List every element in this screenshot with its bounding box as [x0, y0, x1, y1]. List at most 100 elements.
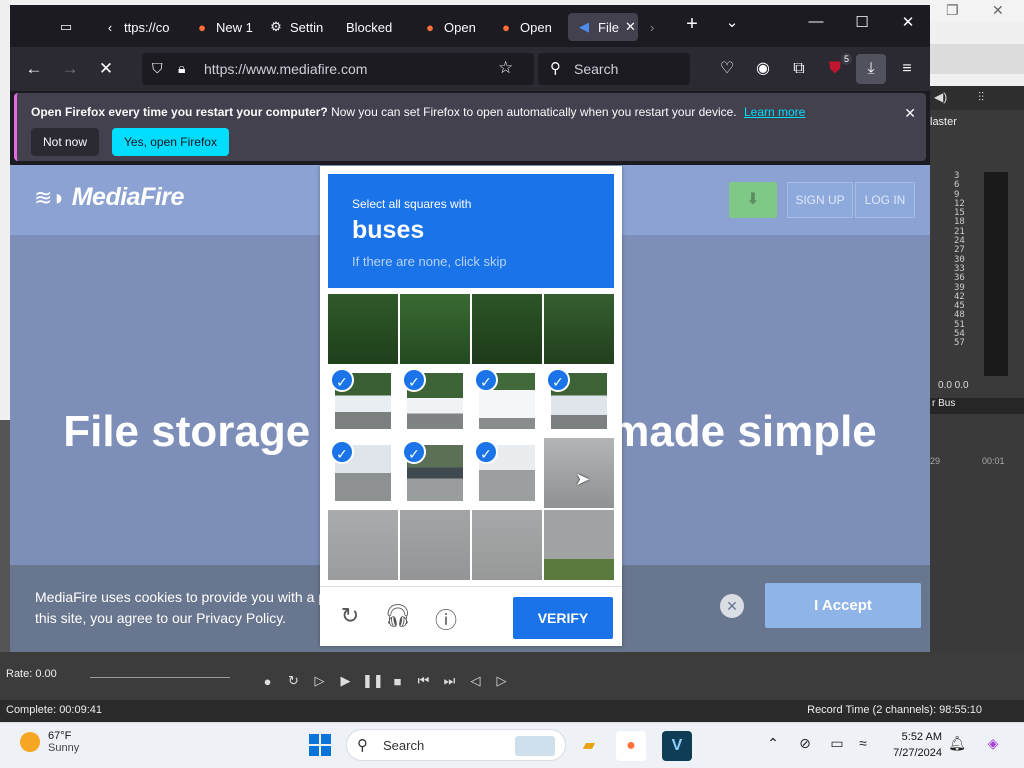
copilot-icon[interactable]: ◈ — [982, 735, 1004, 752]
background-title-bar: ❐ ✕ — [930, 0, 1024, 22]
close-icon[interactable]: ✕ — [992, 2, 1004, 19]
tab-6[interactable]: ● Open — [498, 13, 568, 41]
verify-button[interactable]: VERIFY — [513, 597, 613, 639]
pocket-icon[interactable]: ♡ — [714, 57, 740, 83]
captcha-tile-9[interactable]: ✓ — [400, 438, 470, 508]
captcha-tile-7[interactable]: ✓ — [544, 366, 614, 436]
next-frame-icon[interactable]: ▷ — [492, 673, 511, 689]
tab-active[interactable]: ◀ File ✕ — [568, 13, 638, 41]
notification-bell-icon[interactable]: 🔔︎ — [946, 735, 968, 752]
info-icon[interactable]: ⓘ — [432, 603, 460, 635]
back-button[interactable]: ← — [22, 59, 46, 79]
lock-icon[interactable]: 🔒︎ — [178, 60, 185, 77]
tab-overview-button[interactable]: ▭ — [58, 13, 88, 41]
play-icon[interactable]: ▶ — [336, 673, 355, 689]
weather-condition: Sunny — [48, 742, 80, 754]
captcha-tile-4[interactable]: ✓ — [328, 366, 398, 436]
captcha-tile-13[interactable] — [400, 510, 470, 580]
tab-4[interactable]: Blocked — [346, 13, 408, 41]
captcha-tile-image — [400, 510, 470, 580]
url-text[interactable]: https://www.mediafire.com — [204, 61, 367, 77]
new-tab-button[interactable]: + — [672, 13, 712, 36]
captcha-tile-6[interactable]: ✓ — [472, 366, 542, 436]
tab-2[interactable]: ● New 1 — [194, 13, 256, 41]
search-input[interactable] — [574, 60, 684, 78]
firefox-taskbar-icon[interactable]: ● — [616, 731, 646, 761]
weather-widget[interactable]: 67°F Sunny — [20, 730, 79, 754]
log-in-button[interactable]: LOG IN — [855, 182, 915, 218]
captcha-tile-1[interactable] — [400, 294, 470, 364]
prev-frame-icon[interactable]: ◁ — [466, 673, 485, 689]
eq-icon[interactable]: ⫶⫶ — [978, 90, 984, 105]
captcha-tile-8[interactable]: ✓ — [328, 438, 398, 508]
tab-1[interactable]: ‹ ttps://co — [102, 13, 182, 41]
url-bar[interactable]: ⛉ 🔒︎ https://www.mediafire.com ☆ — [142, 53, 534, 85]
stop-icon[interactable]: ■ — [388, 674, 407, 689]
dismiss-cookie-icon[interactable]: ✕ — [720, 594, 744, 618]
tab-list-icon: ▭ — [59, 19, 73, 34]
captcha-tile-image — [400, 294, 470, 364]
pause-icon[interactable]: ❚❚ — [362, 673, 384, 689]
extensions-icon[interactable]: ⧉ — [786, 57, 812, 83]
go-start-icon[interactable]: ⏮ — [414, 673, 433, 689]
sign-up-button[interactable]: SIGN UP — [787, 182, 853, 218]
loop-icon[interactable]: ↻ — [284, 673, 303, 689]
list-tabs-button[interactable]: ⌄ — [712, 13, 752, 31]
nav-toolbar: ← → ✕ ⛉ 🔒︎ https://www.mediafire.com ☆ ⚲… — [10, 47, 930, 91]
shield-icon[interactable]: ⛉ — [152, 60, 163, 77]
reload-icon[interactable]: ↻ — [336, 603, 364, 629]
maximize-button[interactable]: ☐ — [842, 13, 882, 31]
display-icon[interactable]: ▭ — [826, 735, 848, 752]
network-icon[interactable]: ⊘ — [794, 735, 816, 752]
download-app-button[interactable]: ⬇ — [729, 182, 777, 218]
learn-more-link[interactable]: Learn more — [744, 105, 805, 119]
captcha-grid: ✓ ✓ ✓ ✓ ✓ ✓ ✓ — [328, 294, 614, 580]
captcha-tile-12[interactable] — [328, 510, 398, 580]
restore-icon[interactable]: ❐ — [946, 2, 959, 19]
captcha-tile-14[interactable] — [472, 510, 542, 580]
taskbar-search[interactable]: ⚲ Search — [346, 729, 566, 761]
captcha-tile-0[interactable] — [328, 294, 398, 364]
tab-5[interactable]: ● Open — [422, 13, 492, 41]
rate-slider[interactable] — [90, 677, 230, 678]
mediafire-flame-icon: ≋◗ — [34, 184, 66, 210]
go-end-icon[interactable]: ⏭ — [440, 673, 459, 689]
captcha-tile-image — [544, 510, 614, 580]
audio-challenge-icon[interactable]: 🎧︎ — [384, 603, 412, 629]
menu-icon[interactable]: ≡ — [894, 57, 920, 83]
speaker-icon[interactable]: ◀) — [934, 90, 947, 104]
start-button[interactable] — [309, 734, 331, 756]
accept-cookies-button[interactable]: I Accept — [765, 583, 921, 628]
close-tab-icon[interactable]: ✕ — [625, 19, 636, 35]
mediafire-logo[interactable]: ≋◗ MediaFire — [34, 183, 184, 212]
bus-label: r Bus — [930, 398, 1024, 414]
forward-button[interactable]: → — [58, 59, 82, 79]
bookmark-star-icon[interactable]: ☆ — [498, 58, 513, 78]
downloads-icon[interactable]: ⤓ — [856, 54, 886, 84]
ublock-icon[interactable]: ⛊ 5 — [822, 53, 852, 83]
system-clock[interactable]: 5:52 AM 7/27/2024 — [880, 729, 942, 761]
captcha-tile-5[interactable]: ✓ — [400, 366, 470, 436]
tab-3[interactable]: ⚙ Settin — [268, 13, 328, 41]
file-explorer-icon[interactable]: ▰ — [574, 731, 604, 761]
record-icon[interactable]: ● — [258, 674, 277, 689]
wifi-icon[interactable]: ≈ — [852, 735, 874, 751]
tray-overflow-icon[interactable]: ⌃ — [762, 735, 784, 752]
tab-scroll-right-icon[interactable]: › — [650, 13, 670, 41]
close-notification-icon[interactable]: ✕ — [904, 105, 916, 122]
minimize-button[interactable]: — — [796, 13, 836, 30]
captcha-tile-15[interactable] — [544, 510, 614, 580]
close-window-button[interactable]: ✕ — [888, 13, 928, 31]
account-icon[interactable]: ◉ — [750, 57, 776, 83]
captcha-tile-10[interactable]: ✓ — [472, 438, 542, 508]
search-bar[interactable]: ⚲ — [538, 53, 690, 85]
stop-loading-button[interactable]: ✕ — [94, 59, 118, 79]
captcha-tile-2[interactable] — [472, 294, 542, 364]
play-from-start-icon[interactable]: ▷ — [310, 673, 329, 689]
not-now-button[interactable]: Not now — [31, 128, 100, 156]
captcha-challenge: Select all squares with buses If there a… — [320, 166, 622, 646]
master-label: laster — [930, 116, 957, 128]
yes-open-firefox-button[interactable]: Yes, open Firefox — [112, 128, 229, 156]
captcha-tile-3[interactable] — [544, 294, 614, 364]
vegas-app-icon[interactable]: V — [662, 731, 692, 761]
